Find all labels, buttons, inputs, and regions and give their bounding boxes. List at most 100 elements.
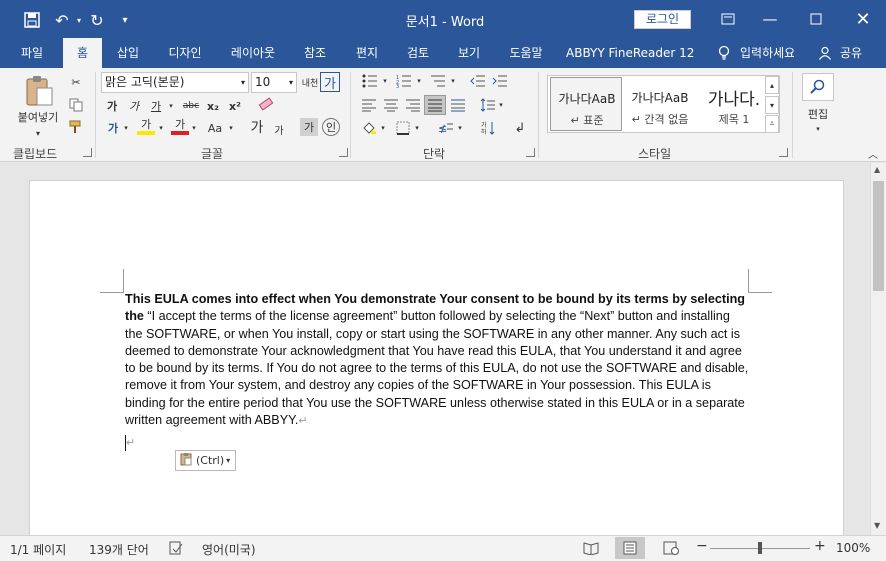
styles-scroll-down-icon[interactable]: ▾ [765, 96, 779, 114]
cut-icon[interactable]: ✂ [67, 73, 85, 91]
font-size-dropdown-icon[interactable]: ▾ [289, 73, 293, 92]
format-painter-icon[interactable] [67, 118, 85, 136]
scrollbar-thumb[interactable] [873, 181, 884, 291]
tab-references[interactable]: 참조 [295, 38, 335, 68]
shrink-font-button[interactable]: 가 [270, 120, 288, 138]
multilevel-list-icon[interactable] [427, 72, 449, 90]
word-count[interactable]: 139개 단어 [89, 541, 149, 558]
zoom-out-button[interactable]: − [696, 538, 708, 554]
text-effects-button[interactable]: 가 [103, 119, 123, 137]
font-size-box[interactable]: 10 ▾ [251, 72, 297, 93]
tab-help[interactable]: 도움말 [501, 38, 551, 68]
page-count[interactable]: 1/1 페이지 [10, 541, 66, 558]
font-name-box[interactable]: 맑은 고딕(본문) ▾ [101, 72, 249, 93]
justify-icon[interactable] [424, 95, 446, 115]
tab-design[interactable]: 디자인 [160, 38, 210, 68]
italic-button[interactable]: 가 [125, 97, 143, 115]
phonetic-guide-icon[interactable]: 내천 [300, 73, 320, 91]
read-mode-icon[interactable] [583, 541, 599, 558]
shading-dropdown-icon[interactable]: ▾ [379, 119, 387, 137]
character-border-icon[interactable]: 가 [320, 72, 340, 92]
web-layout-icon[interactable] [663, 541, 679, 558]
style-normal[interactable]: 가나다AaB ↵ 표준 [550, 77, 622, 131]
styles-launcher-icon[interactable] [779, 148, 788, 157]
align-left-icon[interactable] [359, 96, 379, 114]
vertical-scrollbar[interactable]: ▲ ▼ [870, 163, 886, 535]
distributed-icon[interactable] [448, 96, 468, 114]
character-shading-button[interactable]: 가 [300, 118, 318, 136]
change-case-button[interactable]: Aa [204, 119, 226, 137]
line-spacing-icon[interactable] [479, 96, 497, 114]
paste-icon[interactable] [21, 74, 57, 108]
style-heading-1[interactable]: 가나다. 제목 1 [698, 77, 770, 131]
show-formatting-marks-icon[interactable]: ↲ [511, 119, 529, 137]
document-page[interactable]: This EULA comes into effect when You dem… [29, 180, 844, 535]
login-button[interactable]: 로그인 [634, 10, 691, 29]
sort-icon[interactable]: 가하 [478, 119, 498, 137]
tab-insert[interactable]: 삽입 [108, 38, 148, 68]
tab-file[interactable]: 파일 [12, 38, 52, 68]
paragraph-launcher-icon[interactable] [526, 148, 535, 157]
highlight-dropdown-icon[interactable]: ▾ [156, 119, 166, 137]
font-name-dropdown-icon[interactable]: ▾ [241, 73, 245, 92]
clear-formatting-icon[interactable] [256, 94, 276, 112]
line-spacing-dropdown-icon[interactable]: ▾ [497, 96, 505, 114]
copy-icon[interactable] [67, 96, 85, 114]
numbering-icon[interactable]: 123 [393, 72, 415, 90]
superscript-button[interactable]: x² [226, 97, 244, 115]
bullets-icon[interactable] [359, 72, 381, 90]
find-icon[interactable] [802, 73, 834, 101]
zoom-in-button[interactable]: + [814, 538, 826, 554]
align-center-icon[interactable] [381, 96, 401, 114]
decrease-indent-icon[interactable] [468, 72, 488, 90]
proofing-icon[interactable] [169, 541, 183, 558]
text-effects-dropdown-icon[interactable]: ▾ [121, 119, 131, 137]
styles-scroll-up-icon[interactable]: ▴ [765, 76, 779, 94]
strikethrough-button[interactable]: abc [179, 97, 203, 115]
shading-icon[interactable] [359, 119, 379, 137]
tab-view[interactable]: 보기 [449, 38, 489, 68]
zoom-slider-thumb[interactable] [758, 542, 762, 554]
tab-mailings[interactable]: 편지 [347, 38, 387, 68]
document-body[interactable]: This EULA comes into effect when You dem… [125, 291, 750, 452]
asian-layout-dropdown-icon[interactable]: ▾ [456, 119, 464, 137]
grow-font-button[interactable]: 가 [248, 118, 266, 136]
empty-paragraph[interactable]: ↵ [125, 434, 750, 452]
zoom-level[interactable]: 100% [836, 541, 870, 555]
tab-layout[interactable]: 레이아웃 [222, 38, 284, 68]
highlight-button[interactable]: 가 [137, 117, 155, 135]
subscript-button[interactable]: x₂ [204, 97, 222, 115]
align-right-icon[interactable] [403, 96, 423, 114]
paste-dropdown-icon[interactable]: ▾ [30, 124, 46, 142]
increase-indent-icon[interactable] [490, 72, 510, 90]
styles-more-icon[interactable]: ⩡ [765, 115, 779, 133]
font-color-button[interactable]: 가 [171, 117, 189, 135]
tab-home[interactable]: 홈 [63, 38, 102, 69]
multilevel-dropdown-icon[interactable]: ▾ [449, 72, 457, 90]
asian-layout-icon[interactable]: ≰ [436, 119, 456, 137]
close-button[interactable]: ✕ [841, 4, 885, 34]
scroll-down-icon[interactable]: ▼ [874, 521, 880, 530]
tab-abbyy[interactable]: ABBYY FineReader 12 [566, 38, 694, 68]
borders-icon[interactable] [393, 119, 413, 137]
paste-options-button[interactable]: (Ctrl) ▾ [175, 450, 236, 471]
minimize-button[interactable]: — [748, 4, 792, 34]
customize-qat-icon[interactable]: ▾ [114, 9, 136, 31]
bold-button[interactable]: 가 [103, 97, 121, 115]
maximize-button[interactable] [794, 4, 838, 34]
font-color-dropdown-icon[interactable]: ▾ [189, 119, 199, 137]
underline-dropdown-icon[interactable]: ▾ [166, 97, 176, 115]
font-launcher-icon[interactable] [339, 148, 348, 157]
borders-dropdown-icon[interactable]: ▾ [413, 119, 421, 137]
scroll-up-icon[interactable]: ▲ [874, 165, 880, 174]
language[interactable]: 영어(미국) [202, 541, 256, 558]
tell-me-search[interactable]: 입력하세요 [740, 38, 794, 68]
style-no-spacing[interactable]: 가나다AaB ↵ 간격 없음 [624, 77, 696, 131]
print-layout-icon[interactable] [615, 537, 645, 559]
ribbon-display-options-icon[interactable] [706, 4, 750, 34]
underline-button[interactable]: 가 [147, 97, 165, 115]
bullets-dropdown-icon[interactable]: ▾ [381, 72, 389, 90]
redo-icon[interactable]: ↻ [86, 9, 108, 31]
collapse-ribbon-icon[interactable]: ︿ [866, 147, 880, 161]
change-case-dropdown-icon[interactable]: ▾ [226, 119, 236, 137]
